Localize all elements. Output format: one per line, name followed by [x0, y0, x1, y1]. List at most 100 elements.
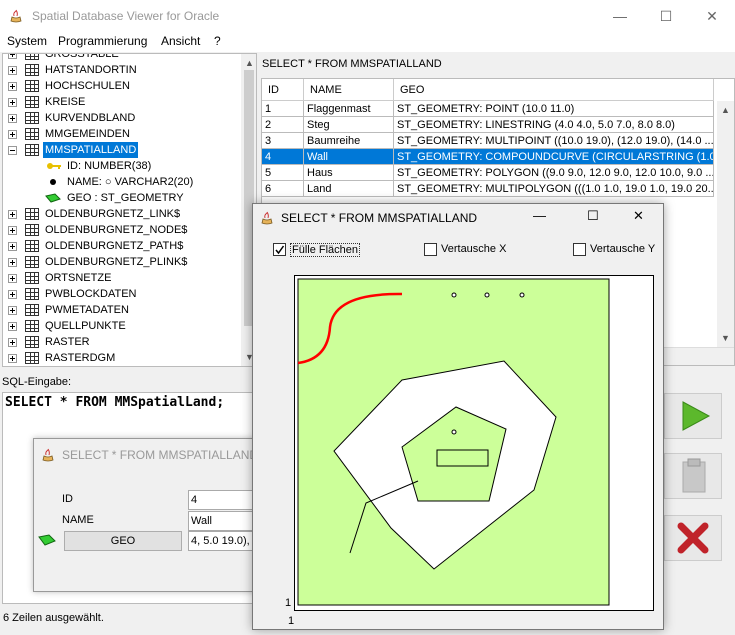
minimize-button[interactable]: —: [533, 208, 546, 223]
expand-icon[interactable]: [8, 130, 17, 139]
tree-point: [484, 292, 490, 298]
table-icon: [25, 96, 39, 108]
table-icon: [25, 352, 39, 364]
geo-field[interactable]: 4, 5.0 19.0),: [188, 531, 256, 551]
expand-icon[interactable]: [8, 66, 17, 75]
table-icon: [25, 208, 39, 220]
table-icon: [25, 256, 39, 268]
tree-point: [451, 292, 457, 298]
app-icon: [42, 448, 54, 462]
geo-button[interactable]: GEO: [64, 531, 182, 551]
table-icon: [25, 336, 39, 348]
status-text: 6 Zeilen ausgewählt.: [3, 612, 104, 624]
dialog-title: SELECT * FROM MMSPATIALLAND: [62, 448, 259, 462]
table-scrollbar[interactable]: ▲ ▼: [717, 101, 734, 347]
menu-system[interactable]: System: [7, 34, 47, 48]
expand-icon[interactable]: [8, 98, 17, 107]
expand-icon[interactable]: [8, 82, 17, 91]
id-label: ID: [62, 493, 73, 505]
id-field[interactable]: 4: [188, 490, 256, 510]
expand-icon[interactable]: [8, 290, 17, 299]
sql-text[interactable]: SELECT * FROM MMSpatialLand;: [5, 395, 224, 410]
expand-icon[interactable]: [8, 338, 17, 347]
table-row[interactable]: 1 Flaggenmast ST_GEOMETRY: POINT (10.0 1…: [262, 101, 714, 117]
expand-icon[interactable]: [8, 306, 17, 315]
minimize-button[interactable]: —: [597, 0, 643, 32]
table-row[interactable]: 6 Land ST_GEOMETRY: MULTIPOLYGON (((1.0 …: [262, 181, 714, 197]
check-icon: [275, 245, 285, 255]
play-icon: [682, 401, 711, 431]
app-icon: [261, 211, 273, 225]
menu-help[interactable]: ?: [214, 34, 221, 48]
record-dialog[interactable]: SELECT * FROM MMSPATIALLAND ID 4 NAME Wa…: [33, 438, 261, 592]
app-icon: [10, 9, 22, 23]
collapse-icon[interactable]: [8, 146, 17, 155]
table-icon: [25, 112, 39, 124]
table-icon: [25, 54, 39, 60]
clipboard-button[interactable]: [664, 453, 722, 499]
table-tree[interactable]: GROSSTABLE HATSTANDORTIN HOCHSCHULEN KRE…: [2, 53, 257, 367]
table-icon: [25, 224, 39, 236]
expand-icon[interactable]: [8, 54, 17, 59]
menu-ansicht[interactable]: Ansicht: [161, 34, 200, 48]
table-row-selected[interactable]: 4 Wall ST_GEOMETRY: COMPOUNDCURVE (CIRCU…: [262, 149, 714, 165]
scroll-up-icon[interactable]: ▲: [721, 105, 730, 115]
maximize-button[interactable]: ☐: [643, 0, 689, 32]
table-icon: [25, 144, 39, 156]
table-icon: [25, 272, 39, 284]
table-icon: [25, 320, 39, 332]
expand-icon[interactable]: [8, 258, 17, 267]
name-field[interactable]: Wall: [188, 511, 256, 531]
window-title: Spatial Database Viewer for Oracle: [32, 9, 220, 23]
fill-checkbox[interactable]: [273, 243, 286, 256]
swap-x-label[interactable]: Vertausche X: [441, 243, 506, 255]
geometry-canvas[interactable]: [294, 275, 654, 611]
maximize-button[interactable]: ☐: [587, 208, 599, 224]
flagpole-point: [451, 429, 457, 435]
column-icon: [50, 179, 56, 185]
table-row[interactable]: 2 Steg ST_GEOMETRY: LINESTRING (4.0 4.0,…: [262, 117, 714, 133]
column-header-name[interactable]: NAME: [304, 79, 394, 101]
column-header-geo[interactable]: GEO: [394, 79, 714, 101]
axis-x-label: 1: [288, 615, 295, 627]
expand-icon[interactable]: [8, 114, 17, 123]
geometry-icon: [45, 193, 61, 203]
table-icon: [25, 80, 39, 92]
expand-icon[interactable]: [8, 226, 17, 235]
expand-icon[interactable]: [8, 354, 17, 363]
swap-y-checkbox[interactable]: [573, 243, 586, 256]
cancel-icon: [677, 522, 709, 554]
cancel-button[interactable]: [664, 515, 722, 561]
expand-icon[interactable]: [8, 210, 17, 219]
expand-icon[interactable]: [8, 274, 17, 283]
geometry-dialog-title: SELECT * FROM MMSPATIALLAND: [281, 211, 478, 225]
expand-icon[interactable]: [8, 242, 17, 251]
table-icon: [25, 288, 39, 300]
name-label: NAME: [62, 514, 94, 526]
swap-x-checkbox[interactable]: [424, 243, 437, 256]
table-icon: [25, 240, 39, 252]
sql-label: SQL-Eingabe:: [2, 376, 72, 388]
geometry-icon: [38, 534, 56, 546]
expand-icon[interactable]: [8, 322, 17, 331]
table-title: SELECT * FROM MMSPATIALLAND: [262, 58, 442, 70]
column-header-id[interactable]: ID: [262, 79, 304, 101]
swap-y-label[interactable]: Vertausche Y: [590, 243, 655, 255]
close-button[interactable]: ✕: [689, 0, 735, 32]
table-row[interactable]: 5 Haus ST_GEOMETRY: POLYGON ((9.0 9.0, 1…: [262, 165, 714, 181]
table-icon: [25, 304, 39, 316]
scroll-up-icon[interactable]: ▲: [245, 58, 254, 68]
menu-programmierung[interactable]: Programmierung: [58, 34, 147, 48]
fill-label[interactable]: Fülle Flächen: [290, 243, 361, 257]
run-button[interactable]: [664, 393, 722, 439]
clipboard-icon: [682, 458, 706, 493]
table-icon: [25, 64, 39, 76]
tree-point: [519, 292, 525, 298]
scroll-down-icon[interactable]: ▼: [721, 333, 730, 343]
table-icon: [25, 128, 39, 140]
table-row[interactable]: 3 Baumreihe ST_GEOMETRY: MULTIPOINT ((10…: [262, 133, 714, 149]
key-icon: [47, 163, 61, 169]
close-button[interactable]: ✕: [633, 208, 644, 224]
geometry-dialog[interactable]: SELECT * FROM MMSPATIALLAND — ☐ ✕ Fülle …: [252, 203, 664, 630]
axis-y-label: 1: [285, 597, 292, 609]
